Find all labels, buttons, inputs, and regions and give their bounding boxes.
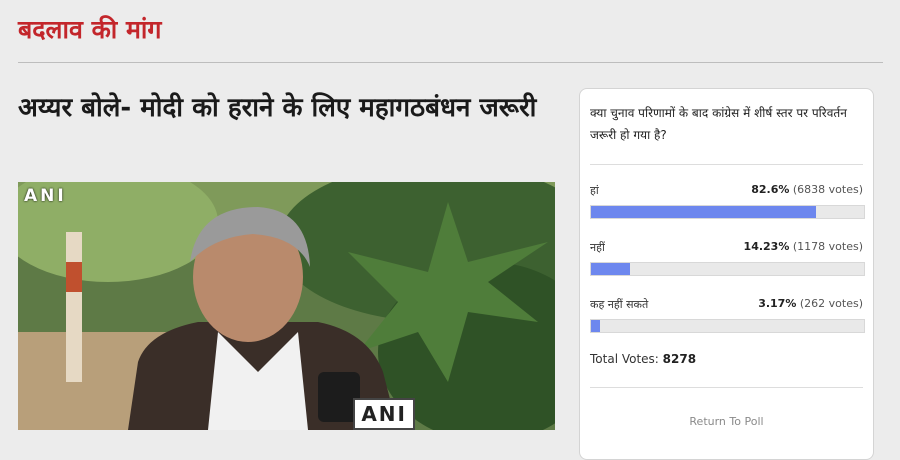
section-divider xyxy=(18,62,883,63)
poll-bottom-divider xyxy=(590,387,863,388)
poll-total-label: Total Votes: xyxy=(590,352,659,366)
poll-widget: क्या चुनाव परिणामों के बाद कांग्रेस में … xyxy=(579,88,874,460)
poll-option-no-votes: (1178 votes) xyxy=(792,240,863,253)
poll-option-yes-bar xyxy=(590,205,865,219)
ani-mic-logo: ANI xyxy=(353,398,415,430)
poll-total-value: 8278 xyxy=(662,352,697,366)
poll-option-cantsay-votes: (262 votes) xyxy=(799,297,863,310)
poll-option-no-bar-fill xyxy=(591,263,630,275)
poll-total-votes: Total Votes: 8278 xyxy=(590,352,696,366)
poll-divider xyxy=(590,164,863,165)
ani-watermark: ANI xyxy=(24,186,67,206)
poll-option-cantsay-label: कह नहीं सकते xyxy=(590,298,649,311)
poll-option-cantsay-bar xyxy=(590,319,865,333)
poll-option-yes-bar-fill xyxy=(591,206,817,218)
article-photo[interactable]: ANI ANI xyxy=(18,182,555,430)
poll-option-no-label: नहीं xyxy=(590,241,605,254)
poll-option-no-percent: 14.23% xyxy=(743,240,790,253)
article-headline[interactable]: अय्यर बोले- मोदी को हराने के लिए महागठबं… xyxy=(18,88,558,128)
poll-option-cantsay-percent: 3.17% xyxy=(758,297,797,310)
poll-question: क्या चुनाव परिणामों के बाद कांग्रेस में … xyxy=(590,106,847,142)
poll-option-yes-percent: 82.6% xyxy=(751,183,790,196)
poll-option-no-stats: 14.23% (1178 votes) xyxy=(744,240,863,253)
poll-option-no-bar xyxy=(590,262,865,276)
return-to-poll-link[interactable]: Return To Poll xyxy=(580,415,873,428)
poll-option-yes-label: हां xyxy=(590,184,599,197)
section-title[interactable]: बदलाव की मांग xyxy=(18,12,161,46)
poll-option-yes-votes: (6838 votes) xyxy=(792,183,863,196)
photo-scene xyxy=(18,182,555,430)
poll-option-cantsay-bar-fill xyxy=(591,320,600,332)
poll-option-cantsay-stats: 3.17% (262 votes) xyxy=(758,297,863,310)
poll-option-yes-stats: 82.6% (6838 votes) xyxy=(751,183,863,196)
